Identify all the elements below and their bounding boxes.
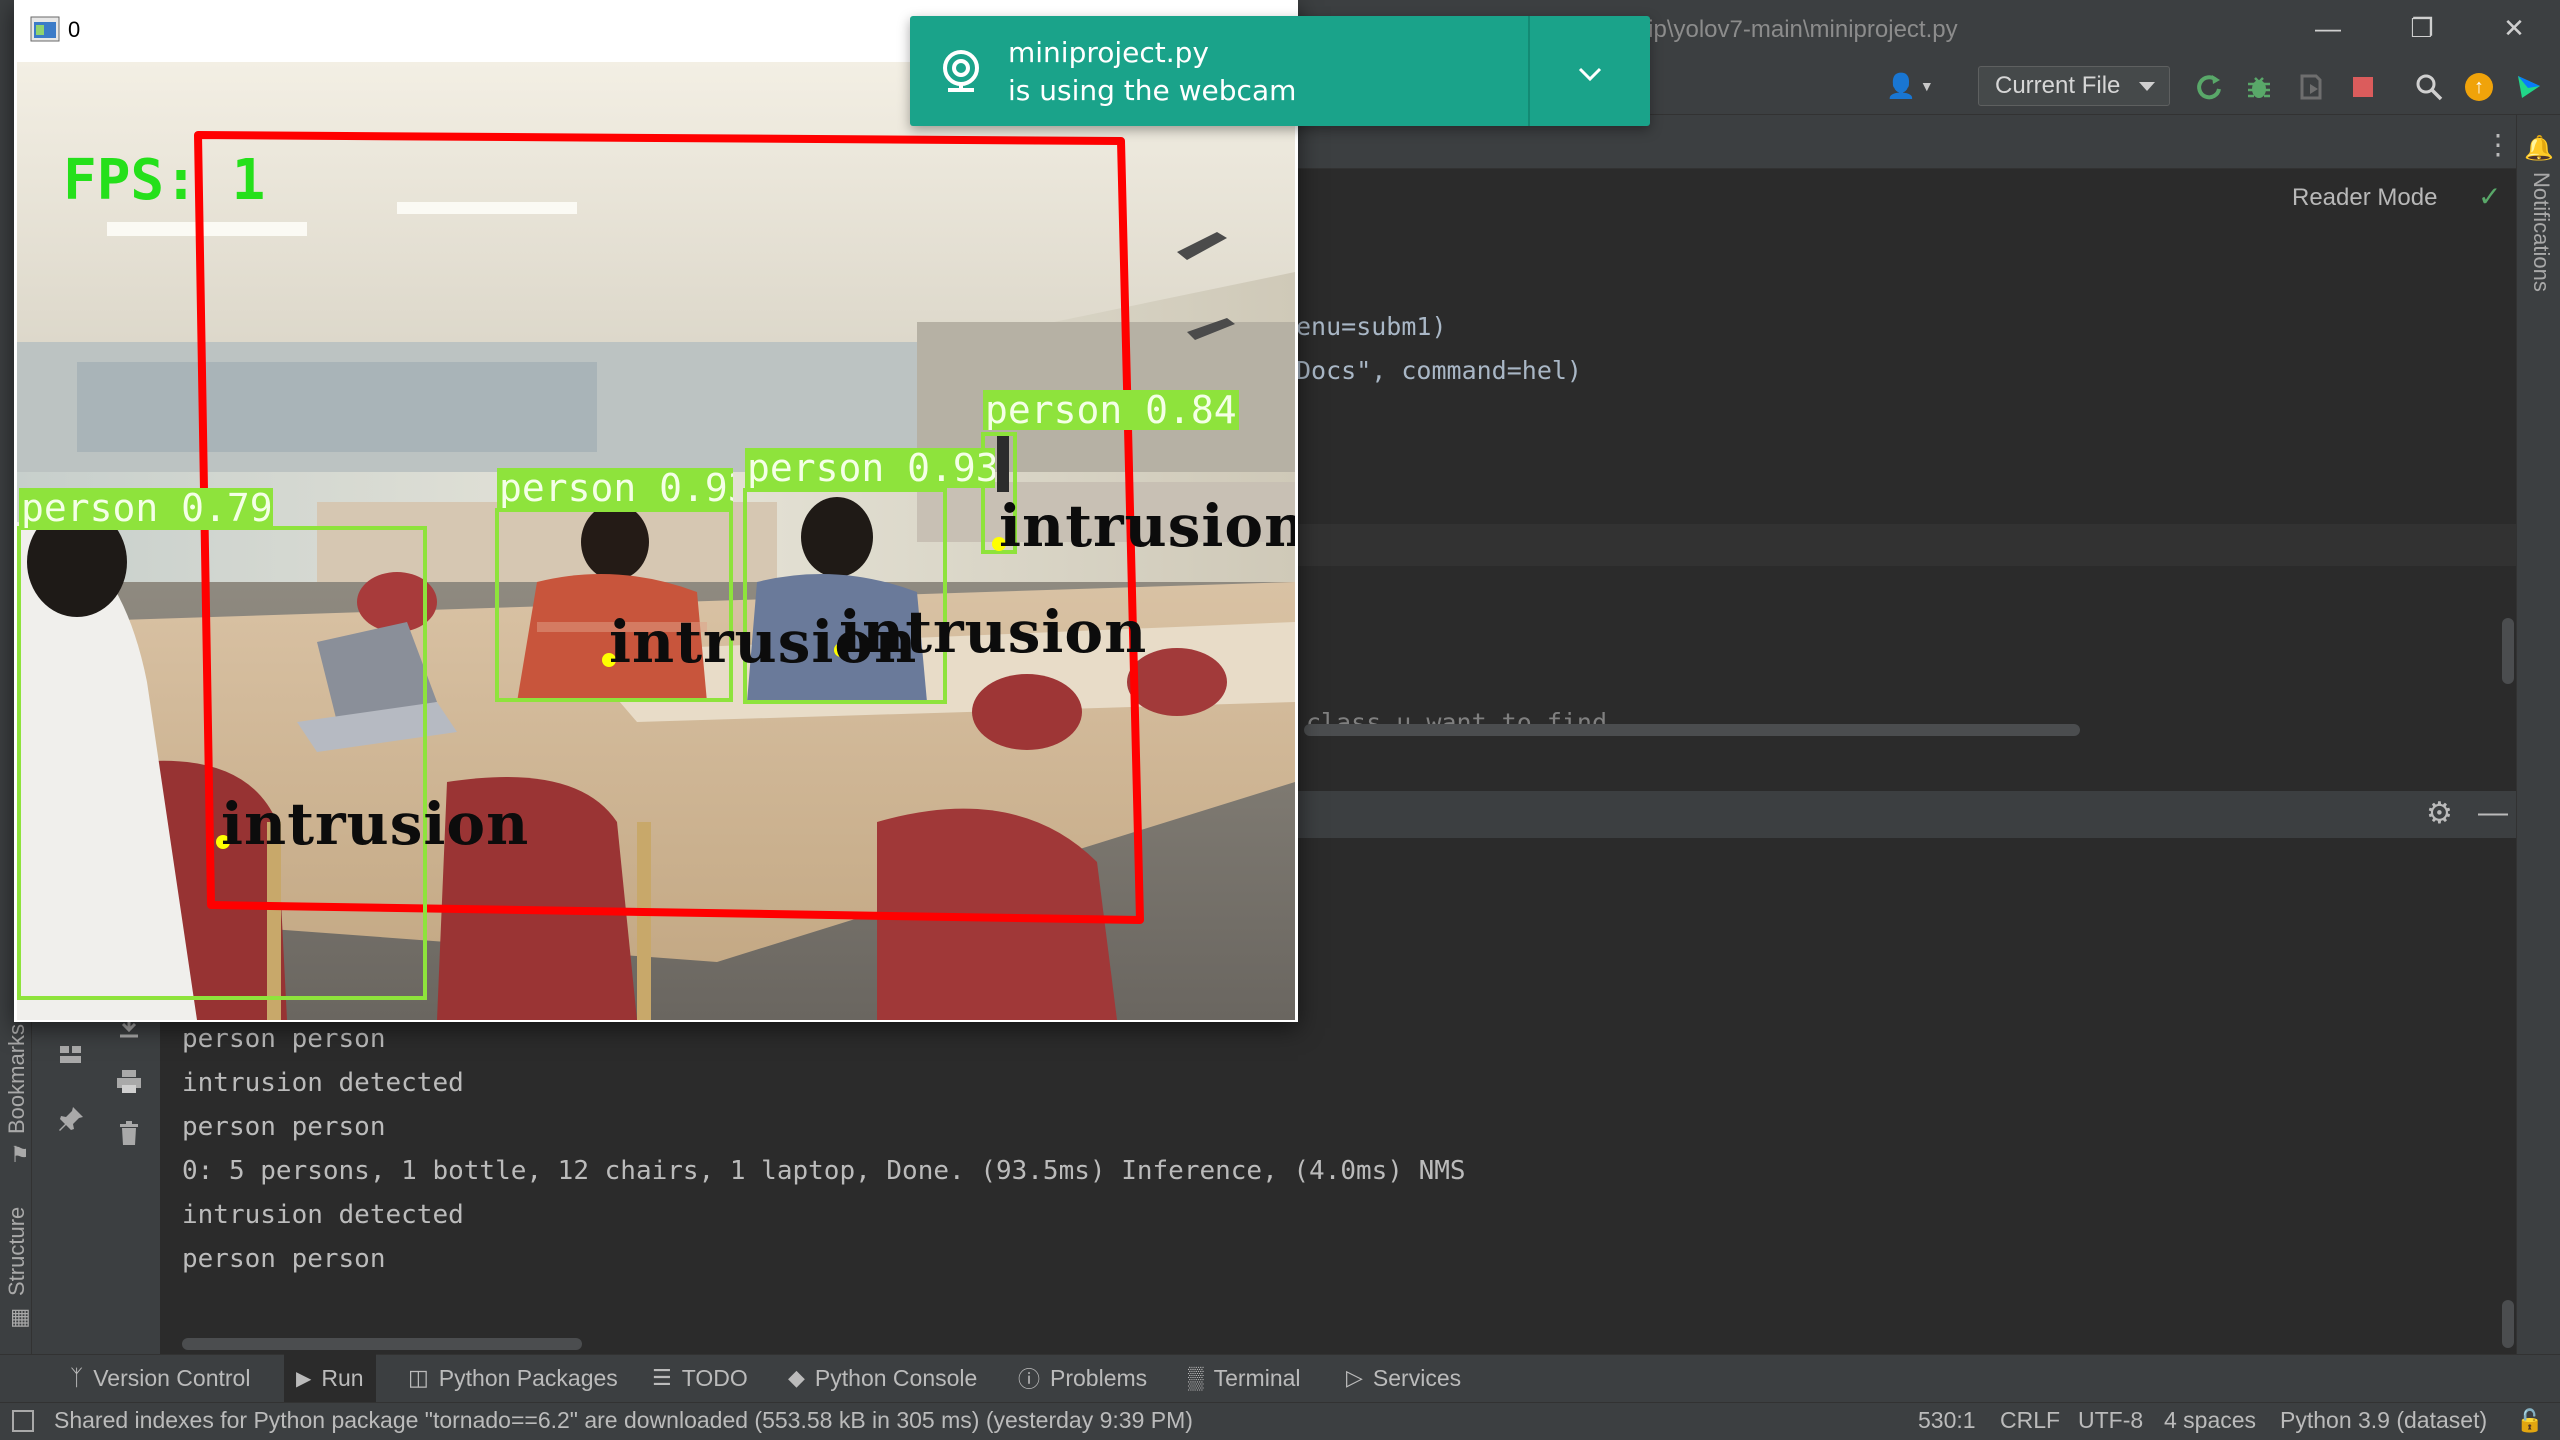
user-menu-button[interactable]: 👤 ▼ [1886,68,1942,104]
restore-button[interactable]: ❐ [2394,8,2450,48]
right-tool-strip [2516,115,2560,1354]
detection-label: person 0.93 [497,468,733,508]
detection-label: person 0.93 [745,448,995,488]
notification-message: is using the webcam [1008,74,1297,107]
notification-text: miniproject.py is using the webcam [1008,34,1296,110]
terminal-icon: ▒ [1188,1365,1204,1390]
close-button[interactable]: ✕ [2486,8,2542,48]
console-line: 0: 5 persons, 1 bottle, 12 chairs, 1 lap… [182,1156,1466,1186]
branch-icon: ᛉ [70,1365,84,1390]
todo-icon: ☰ [652,1365,672,1390]
console-horizontal-scrollbar[interactable] [182,1338,582,1350]
tab-label: Version Control [93,1364,251,1391]
toggle-panels-icon[interactable] [12,1410,34,1432]
tab-version-control[interactable]: ᛉ Version Control [58,1354,262,1402]
tab-label: Problems [1050,1364,1148,1391]
stop-icon[interactable] [2346,70,2380,104]
gear-icon[interactable]: ⚙ [2426,796,2453,831]
tab-python-packages[interactable]: ◫ Python Packages [396,1354,630,1402]
webcam-window[interactable]: 0 FPS: 1 person 0.79 person 0.93 person … [14,0,1298,1022]
console-line: intrusion detected [182,1068,464,1098]
structure-tab[interactable]: Structure [4,1207,30,1296]
console-line: person person [182,1244,386,1274]
notifications-tab[interactable]: Notifications [2528,172,2554,292]
tab-services[interactable]: ▷ Services [1334,1354,1473,1402]
notification-divider [1528,16,1530,126]
bookmarks-tab[interactable]: Bookmarks [4,1024,30,1134]
console-line: person person [182,1112,386,1142]
detection-label: person 0.79 [19,488,273,528]
rerun-icon[interactable] [2192,70,2226,104]
bell-icon: 🔔 [2524,135,2554,162]
services-icon: ▷ [1346,1365,1363,1390]
run-config-select[interactable]: Current File [1978,66,2170,106]
jetbrains-icon[interactable] [2512,70,2546,104]
tab-label: Terminal [1213,1364,1301,1391]
info-icon: ⓘ [1018,1367,1041,1392]
tab-label: Run [321,1364,364,1391]
structure-icon: ▦ [10,1304,31,1329]
console-line: intrusion detected [182,1200,464,1230]
more-options-icon[interactable]: ⋮ [2484,128,2512,161]
hide-panel-icon[interactable]: — [2478,796,2508,830]
editor-horizontal-scrollbar[interactable] [1304,724,2080,736]
trash-icon[interactable] [114,1118,144,1148]
pin-icon[interactable] [56,1104,86,1134]
status-message[interactable]: Shared indexes for Python package "torna… [54,1407,1193,1434]
run-icon: ▶ [296,1367,312,1390]
tab-python-console[interactable]: ◆ Python Console [776,1354,989,1402]
tab-run[interactable]: ▶ Run [284,1354,376,1402]
webcam-icon [936,46,986,96]
window-app-icon [30,16,60,42]
status-interpreter[interactable]: Python 3.9 (dataset) [2280,1407,2487,1434]
console-line: person person [182,1024,386,1054]
chevron-down-icon[interactable] [1570,54,1610,94]
status-line-separator[interactable]: CRLF [2000,1407,2060,1434]
tab-label: Python Packages [438,1364,618,1391]
console-vertical-scrollbar[interactable] [2502,1300,2514,1348]
editor-vertical-scrollbar[interactable] [2502,618,2514,684]
packages-icon: ◫ [408,1365,429,1390]
tab-label: Python Console [814,1364,978,1391]
inspection-ok-icon[interactable]: ✓ [2478,180,2501,213]
user-icon: 👤 [1886,72,1916,100]
detection-label: person 0.84 [983,390,1239,430]
tab-label: Services [1372,1364,1462,1391]
debug-icon[interactable] [2242,70,2276,104]
python-icon: ◆ [788,1365,805,1390]
intrusion-label: intrusion [999,492,1295,560]
bookmark-icon: ⚑ [10,1142,30,1167]
chevron-down-icon [2139,82,2155,91]
update-icon[interactable]: ↑ [2462,70,2496,104]
code-line[interactable]: Docs", command=hel) [1296,356,1582,385]
notification-app: miniproject.py [1008,36,1210,69]
run-config-label: Current File [1995,72,2121,99]
tab-todo[interactable]: ☰ TODO [640,1354,760,1402]
webcam-feed: FPS: 1 person 0.79 person 0.93 person 0.… [17,62,1295,1020]
fps-counter: FPS: 1 [63,148,266,213]
reader-mode-toggle[interactable]: Reader Mode [2292,184,2437,212]
coverage-icon[interactable] [2294,70,2328,104]
intrusion-label: intrusion [839,598,1148,666]
tab-problems[interactable]: ⓘ Problems [1006,1354,1159,1402]
chevron-down-icon: ▼ [1919,78,1934,94]
status-encoding[interactable]: UTF-8 [2078,1407,2143,1434]
code-line[interactable]: enu=subm1) [1296,312,1447,341]
webcam-window-title: 0 [68,17,81,42]
print-icon[interactable] [114,1066,144,1096]
webcam-notification[interactable]: miniproject.py is using the webcam [910,16,1650,126]
intrusion-label: intrusion [221,790,530,858]
status-caret-position[interactable]: 530:1 [1918,1407,1976,1434]
minimize-button[interactable]: — [2300,8,2356,48]
status-indent[interactable]: 4 spaces [2164,1407,2256,1434]
tab-label: TODO [681,1364,748,1391]
lock-icon[interactable]: 🔓 [2516,1408,2543,1434]
tab-terminal[interactable]: ▒ Terminal [1176,1354,1313,1402]
layout-icon[interactable] [56,1040,86,1070]
search-icon[interactable] [2412,70,2446,104]
